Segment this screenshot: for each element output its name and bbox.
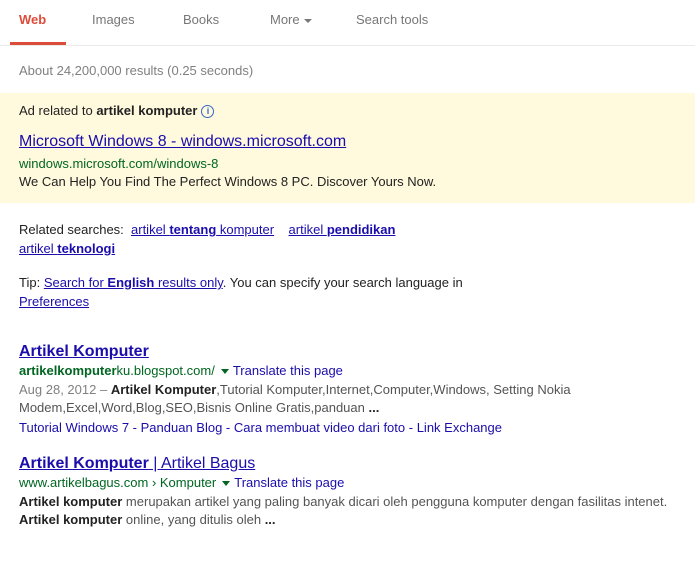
result-stats: About 24,200,000 results (0.25 seconds) [19,63,254,78]
ad-label: Ad related to artikel komputer i [19,103,215,119]
english-only-link[interactable]: Search for English results only [44,275,223,290]
related-search-bold: tentang [169,222,217,237]
snippet-bold: Artikel komputer [19,494,123,509]
ad-label-prefix: Ad related to [19,103,97,118]
snippet-ellipsis: ... [264,512,276,527]
url-dropdown-icon[interactable] [220,369,229,375]
snippet-bold: Artikel Komputer [110,382,217,397]
result-url: artikelkomputerku.blogspot.com/Translate… [19,363,684,378]
active-tab-indicator [10,42,66,45]
search-result: Artikel Komputer artikelkomputerku.blogs… [19,343,684,435]
snippet-text: online, yang ditulis oleh [122,512,265,527]
tab-images[interactable]: Images [92,12,135,27]
related-searches-label: Related searches: [19,222,124,237]
translate-link[interactable]: Translate this page [233,363,343,378]
result-date: Aug 28, 2012 – [19,382,111,397]
sitelink-separator: - [405,420,417,435]
ad-label-query: artikel komputer [96,103,198,118]
tip-prefix: Tip: [19,275,44,290]
related-search-link[interactable]: artikel pendidikan [289,222,396,237]
language-tip: Tip: Search for English results only. Yo… [19,273,679,311]
tab-web[interactable]: Web [19,12,46,27]
tab-books[interactable]: Books [183,12,219,27]
result-sitelinks: Tutorial Windows 7 - Panduan Blog - Cara… [19,420,684,435]
result-url-rest: www.artikelbagus.com › Komputer [19,475,217,490]
tab-more-label: More [270,12,300,27]
related-search-plain: artikel [288,222,327,237]
result-url: www.artikelbagus.com › Komputer Translate… [19,475,684,490]
result-title-bold: Artikel Komputer [19,455,149,472]
tip-link-plain: Search for [43,275,108,290]
related-search-link[interactable]: artikel tentang komputer [131,222,274,237]
related-search-after: komputer [216,222,275,237]
result-title-link[interactable]: Artikel Komputer | Artikel Bagus [19,455,684,473]
sitelink[interactable]: Panduan Blog [141,420,223,435]
ad-url: windows.microsoft.com/windows-8 [19,156,219,171]
tip-middle: . You can specify your search language i… [222,275,463,290]
sitelink[interactable]: Link Exchange [417,420,502,435]
search-result: Artikel Komputer | Artikel Bagus www.art… [19,455,684,529]
result-title-rest: | Artikel Bagus [148,455,256,472]
related-search-bold: pendidikan [326,222,396,237]
related-search-link[interactable]: artikel teknologi [19,241,115,256]
result-title-bold: Artikel Komputer [19,343,149,360]
sitelink-separator: - [129,420,141,435]
sitelink[interactable]: Tutorial Windows 7 [19,420,129,435]
sitelink[interactable]: Cara membuat video dari foto [234,420,405,435]
tip-link-bold: English [107,275,155,290]
result-snippet: Artikel komputer merupakan artikel yang … [19,493,684,529]
info-icon[interactable]: i [201,105,215,119]
preferences-link[interactable]: Preferences [19,294,89,309]
tab-search-tools[interactable]: Search tools [356,12,428,27]
ad-title-link[interactable]: Microsoft Windows 8 - windows.microsoft.… [19,133,346,151]
url-dropdown-icon[interactable] [222,481,231,487]
related-search-bold: teknologi [57,241,116,256]
result-title-link[interactable]: Artikel Komputer [19,343,684,361]
translate-link[interactable]: Translate this page [234,475,344,490]
result-url-bold: artikelkomputer [19,363,117,378]
tab-more[interactable]: More [270,12,312,27]
search-tabs-bar: Web Images Books More Search tools [0,0,695,46]
chevron-down-icon [303,18,312,23]
related-search-plain: artikel [131,222,170,237]
snippet-text: merupakan artikel yang paling banyak dic… [122,494,668,509]
tip-link-after: results only [154,275,223,290]
result-url-rest: ku.blogspot.com/ [116,363,215,378]
snippet-bold: Artikel komputer [19,512,123,527]
related-search-plain: artikel [19,241,58,256]
ad-description: We Can Help You Find The Perfect Windows… [19,174,437,189]
result-snippet: Aug 28, 2012 – Artikel Komputer,Tutorial… [19,381,684,417]
ad-block: Ad related to artikel komputer i Microsof… [0,93,695,203]
sitelink-separator: - [222,420,234,435]
snippet-ellipsis: ... [368,400,380,415]
related-searches: Related searches: artikel tentang komput… [19,220,679,258]
